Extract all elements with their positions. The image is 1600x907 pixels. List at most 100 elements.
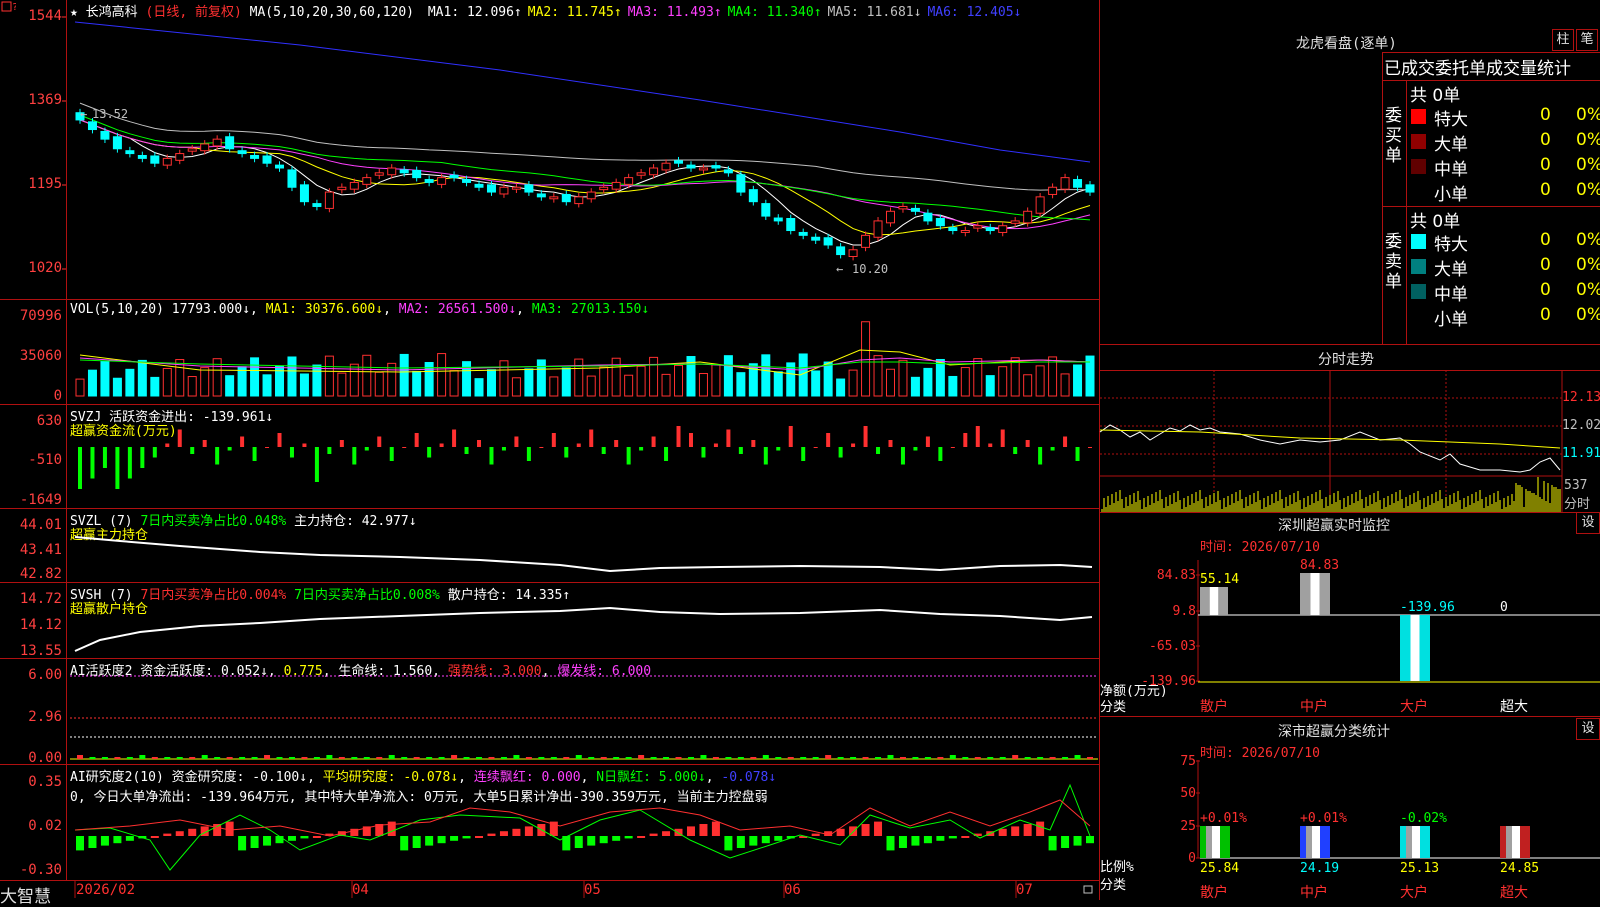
lhb-title: 龙虎看盘(逐单) — [1296, 36, 1397, 52]
candle — [711, 161, 721, 172]
ai2-bar — [100, 836, 109, 846]
ai2-bar — [849, 826, 858, 836]
candle — [424, 175, 434, 187]
vol-bar — [1060, 373, 1070, 397]
ai1-bar — [875, 757, 882, 759]
class-bar — [1500, 826, 1530, 858]
vol-bar — [362, 354, 372, 397]
class-bar — [1300, 826, 1330, 858]
vol-bar — [150, 376, 160, 397]
class-category: 超大 — [1500, 885, 1528, 901]
ai2-bar — [649, 833, 658, 836]
ai2-bar — [400, 836, 409, 851]
divider-vol-svzj — [0, 404, 1100, 405]
pen-mode-button[interactable]: 笔 — [1576, 29, 1598, 51]
ai2-bar — [549, 821, 558, 836]
candle — [549, 193, 559, 203]
ai2-bar — [961, 836, 970, 838]
class-pct-top: +0.01% — [1200, 811, 1247, 826]
svzj-bar — [576, 443, 581, 447]
candle — [299, 180, 309, 206]
candle — [574, 193, 584, 208]
intraday-title: 分时走势 — [1318, 352, 1374, 368]
monitor-category: 大户 — [1400, 699, 1428, 715]
svzj-bar — [601, 447, 606, 454]
sell-row-name: 中单 — [1434, 285, 1468, 305]
ai2-bar — [88, 836, 97, 848]
ai2-bar — [587, 836, 596, 846]
svzj-bar — [265, 447, 270, 448]
divider-svzj-svzl — [0, 508, 1100, 509]
candle — [848, 245, 858, 261]
ai1-bar — [338, 757, 345, 759]
sell-row-pct: 0% — [1576, 305, 1600, 325]
svzj-bar — [414, 433, 419, 447]
buy-row-pct: 0% — [1576, 105, 1600, 125]
buy-row-count: 0 — [1540, 105, 1551, 125]
ai1-bar — [77, 755, 83, 759]
candle — [761, 199, 771, 220]
bar-mode-button[interactable]: 柱 — [1552, 29, 1574, 51]
vol-bar — [412, 370, 422, 397]
ai2-tick-3: -0.30 — [19, 862, 62, 878]
vol-bar — [611, 357, 621, 397]
buy-color-swatch — [1411, 134, 1426, 149]
ai1-bar — [962, 757, 969, 759]
vol-bar — [848, 369, 858, 397]
buy-row-pct: 0% — [1576, 155, 1600, 175]
vol-tick-3: 0 — [53, 388, 62, 404]
class-pct-bottom: 24.85 — [1500, 861, 1539, 876]
monitor-value: -139.96 — [1400, 600, 1455, 615]
candle — [898, 202, 908, 213]
monitor-settings-button[interactable]: 设 — [1576, 512, 1600, 534]
monitor-bar — [1300, 573, 1330, 615]
ai2-bar — [674, 828, 683, 836]
sell-row-name: 大单 — [1434, 260, 1468, 280]
buy-row-name: 大单 — [1434, 135, 1468, 155]
vol-bar — [998, 366, 1008, 397]
vol-bar — [437, 353, 447, 397]
ai1-bar — [500, 757, 507, 759]
vol-bar — [873, 355, 883, 397]
vol-ma2: MA2: 26561.500↓ — [398, 302, 517, 317]
divider-ai1-ai2 — [0, 764, 1100, 765]
svzj-bar — [464, 447, 469, 454]
ai2-bar — [125, 836, 134, 841]
svzj-bar — [389, 447, 394, 461]
svzj-bar — [738, 447, 743, 454]
ai1-bar — [837, 757, 844, 759]
class-pct-bottom: 25.13 — [1400, 861, 1439, 876]
svzj-bar — [801, 447, 806, 461]
ai1-bar — [1012, 755, 1019, 759]
vol-bar — [761, 354, 771, 397]
ai1-bar — [825, 755, 832, 759]
svzj-bar — [352, 447, 357, 465]
vol-value: 17793.000↓ — [171, 302, 251, 317]
ai1-bar — [201, 755, 208, 759]
vol-title: VOL(5,10,20) — [70, 302, 164, 317]
class-settings-button[interactable]: 设 — [1576, 718, 1600, 740]
monitor-tick: -65.03 — [1149, 639, 1196, 654]
price-chart[interactable]: ← 13.52 ← 10.20 — [0, 0, 1100, 300]
candle — [312, 199, 322, 211]
ai1-bar — [737, 757, 744, 759]
ai1-bar — [550, 757, 557, 759]
svzj-bar — [177, 429, 182, 447]
vol-bar — [1023, 374, 1033, 397]
svzj-bar — [639, 447, 644, 451]
svsh-ratio-a: 7日内买卖净占比0.004% — [140, 588, 287, 603]
ai2-bar — [886, 836, 895, 851]
svzj-bar — [975, 426, 980, 447]
vol-bar — [636, 365, 646, 397]
ai1-bar — [326, 755, 333, 759]
ai2-bar — [1011, 826, 1020, 836]
ai1-bar — [89, 757, 96, 759]
ai2-bar — [624, 836, 633, 839]
ai2-bar — [76, 836, 84, 851]
vol-bar — [275, 365, 285, 397]
sell-row-pct: 0% — [1576, 280, 1600, 300]
ai2-bar — [637, 836, 646, 838]
ai2-bar — [512, 828, 521, 836]
candle — [923, 209, 933, 225]
vol-bar — [686, 356, 696, 397]
